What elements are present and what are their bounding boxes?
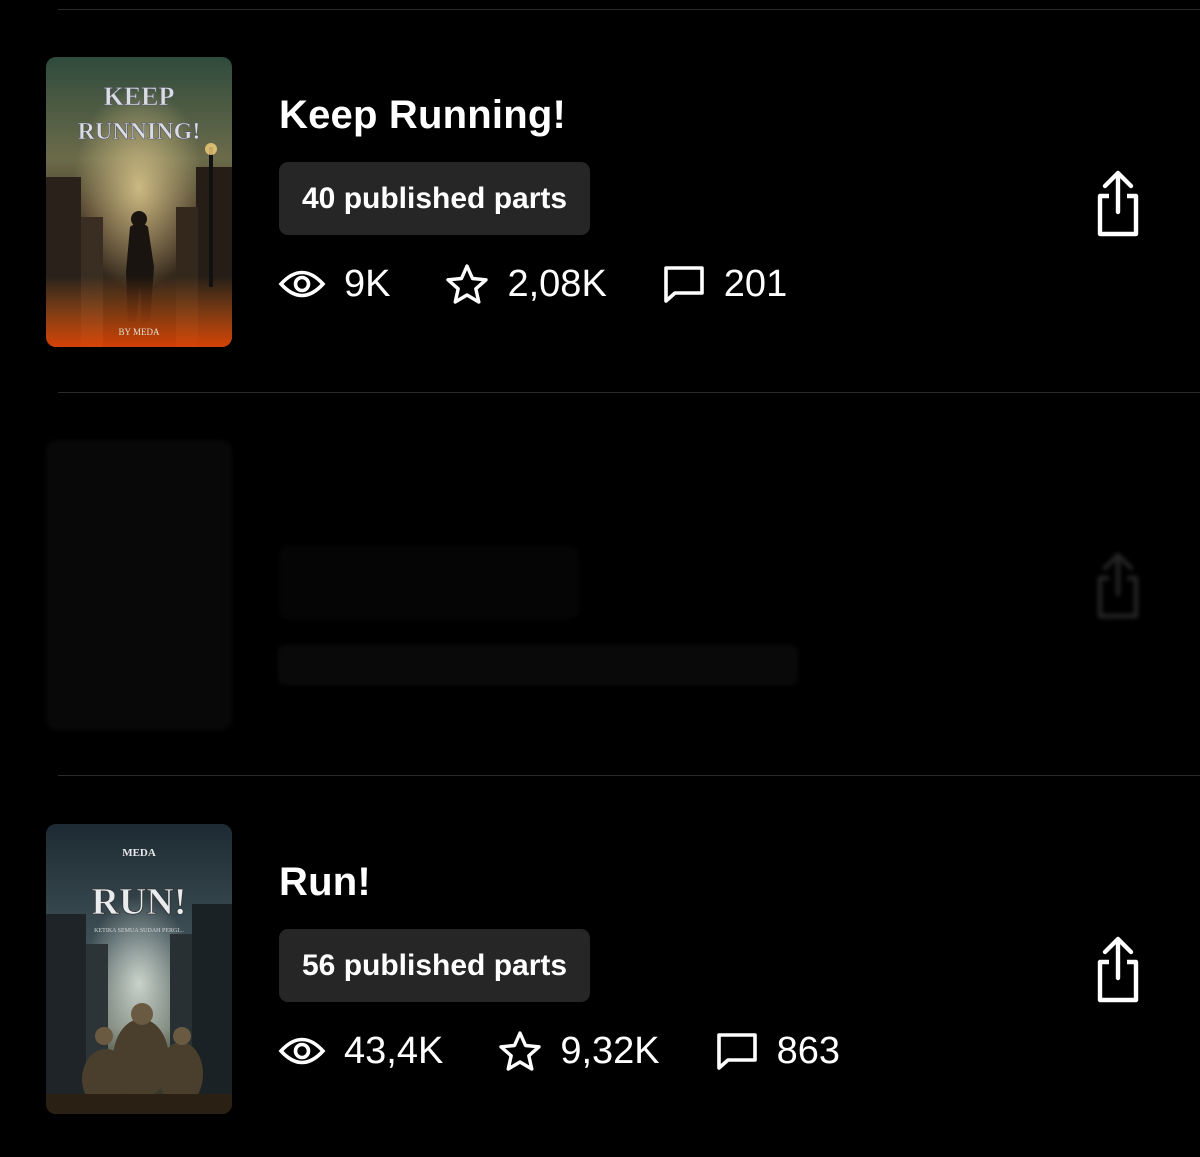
story-cover[interactable]: KEEP RUNNING! BY MEDA xyxy=(46,57,232,347)
votes-stat: 9,32K xyxy=(498,1029,660,1073)
star-icon xyxy=(499,1031,542,1071)
svg-text:RUNNING!: RUNNING! xyxy=(78,119,201,145)
eye-icon xyxy=(278,270,326,298)
story-item-run[interactable]: MEDA RUN! KETIKA SEMUA SUDAH PERGI... Ru… xyxy=(0,823,1200,1123)
story-title[interactable]: Run! xyxy=(279,860,371,905)
share-button[interactable] xyxy=(1090,550,1146,622)
votes-stat: 2,08K xyxy=(445,262,607,306)
published-parts-badge: 40 published parts xyxy=(279,162,591,235)
comments-count: 863 xyxy=(776,1029,841,1072)
svg-text:KETIKA SEMUA SUDAH PERGI...: KETIKA SEMUA SUDAH PERGI... xyxy=(94,928,184,934)
story-item-hidden[interactable] xyxy=(0,440,1200,740)
story-item-keep-running[interactable]: KEEP RUNNING! BY MEDA Keep Running! 40 p… xyxy=(0,56,1200,356)
story-title[interactable]: Keep Running! xyxy=(279,93,566,138)
reads-count: 43,4K xyxy=(344,1029,444,1072)
reads-stat: 9K xyxy=(278,263,390,306)
comments-stat: 863 xyxy=(715,1030,840,1073)
story-cover[interactable] xyxy=(46,440,232,730)
comments-stat: 201 xyxy=(662,263,787,306)
reads-count: 9K xyxy=(344,262,391,305)
divider xyxy=(58,9,1200,10)
svg-text:KEEP: KEEP xyxy=(104,82,175,111)
story-stats xyxy=(278,645,798,685)
published-parts-label: 40 published parts xyxy=(302,181,568,215)
votes-count: 2,08K xyxy=(507,262,607,305)
svg-text:MEDA: MEDA xyxy=(122,847,156,859)
share-icon xyxy=(1097,170,1139,237)
story-cover[interactable]: MEDA RUN! KETIKA SEMUA SUDAH PERGI... xyxy=(46,824,232,1114)
votes-count: 9,32K xyxy=(560,1029,660,1072)
comment-icon xyxy=(663,266,704,303)
divider xyxy=(58,775,1200,776)
published-parts-badge: 56 published parts xyxy=(279,929,591,1002)
reads-stat: 43,4K xyxy=(278,1030,443,1073)
published-parts-badge xyxy=(279,546,579,619)
cover-image: KEEP RUNNING! BY MEDA xyxy=(46,57,232,347)
svg-text:BY MEDA: BY MEDA xyxy=(119,327,160,337)
svg-text:RUN!: RUN! xyxy=(92,881,187,923)
story-stats: 43,4K 9,32K 863 xyxy=(278,1026,895,1076)
cover-image: MEDA RUN! KETIKA SEMUA SUDAH PERGI... xyxy=(46,824,232,1114)
share-button[interactable] xyxy=(1090,934,1146,1006)
star-icon xyxy=(446,264,489,304)
comment-icon xyxy=(716,1033,757,1070)
share-icon xyxy=(1097,552,1139,619)
divider xyxy=(58,392,1200,393)
story-stats: 9K 2,08K 201 xyxy=(278,259,842,309)
published-parts-label: 56 published parts xyxy=(302,948,568,982)
comments-count: 201 xyxy=(723,262,788,305)
share-button[interactable] xyxy=(1090,168,1146,240)
eye-icon xyxy=(278,1037,326,1065)
share-icon xyxy=(1097,936,1139,1003)
